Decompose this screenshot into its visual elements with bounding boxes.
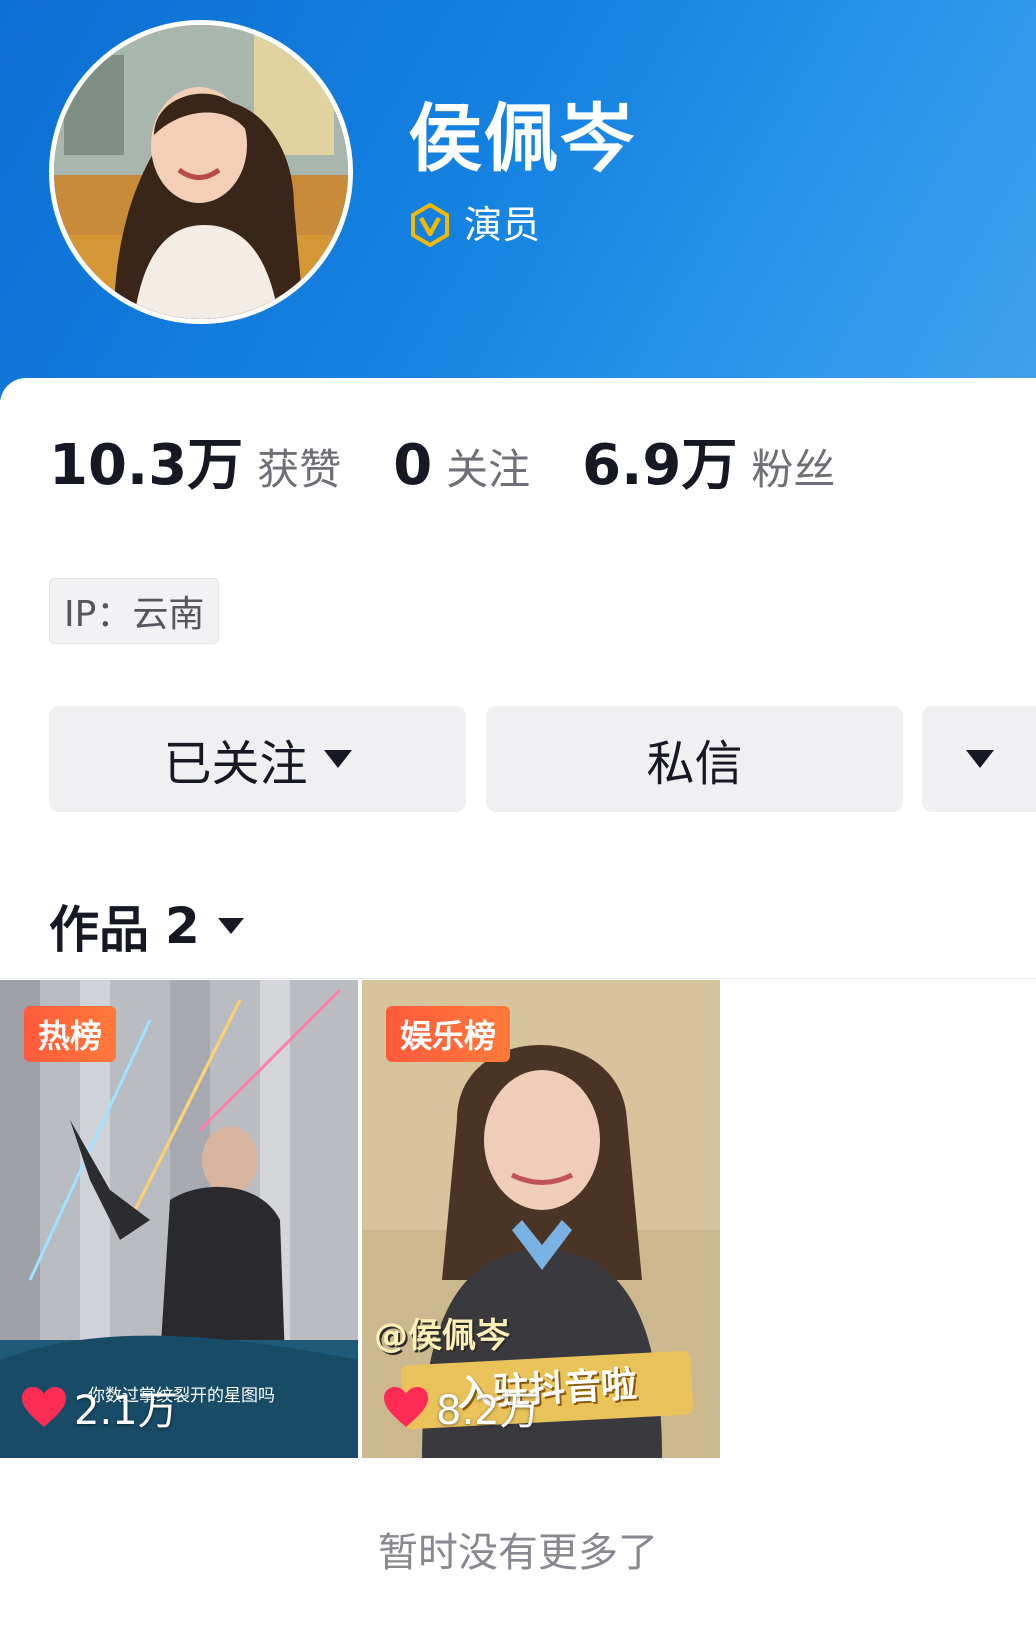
works-tab-header[interactable]: 作品 2 [49,890,244,962]
stats-row: 10.3万 获赞 0 关注 6.9万 粉丝 [49,438,887,494]
verification-row: 演员 [408,203,540,247]
like-count-value: 2.1万 [74,1388,178,1434]
hot-list-badge: 热榜 [24,1006,117,1062]
like-count-value: 8.2万 [436,1388,540,1434]
like-count: 2.1万 [20,1378,178,1436]
end-of-list-text: 暂时没有更多了 [378,1530,658,1576]
stat-followers-label: 粉丝 [751,445,836,494]
verified-v-badge-icon [411,203,449,247]
message-button[interactable]: 私信 [486,706,903,812]
caret-down-icon [966,750,994,768]
works-count: 2 [165,897,200,955]
caret-down-icon [323,750,352,768]
stat-following-number: 0 [393,433,433,498]
verification-label: 演员 [464,203,541,247]
heart-icon [22,1387,66,1427]
stat-following-label: 关注 [446,445,531,494]
ip-location-tag: IP：云南 [49,578,220,644]
message-label: 私信 [646,736,743,792]
video-thumbnail[interactable]: 娱乐榜 @侯佩岑 入驻抖音啦 8.2万 [362,980,720,1458]
caret-down-icon [217,918,244,934]
stat-likes-number: 10.3万 [49,433,244,498]
like-count: 8.2万 [382,1378,540,1436]
avatar[interactable] [49,20,353,324]
divider [0,978,1036,979]
stat-likes-label: 获赞 [257,445,342,494]
follow-status-button[interactable]: 已关注 [49,706,466,812]
entertainment-list-badge: 娱乐榜 [386,1006,511,1062]
stat-followers[interactable]: 6.9万 粉丝 [582,438,835,494]
stat-followers-number: 6.9万 [582,433,738,498]
profile-name: 侯佩岑 [408,96,636,182]
heart-icon [384,1387,428,1427]
stat-following[interactable]: 0 关注 [393,438,530,494]
mention-tag: @侯佩岑 [374,1316,510,1356]
more-options-button[interactable] [922,706,1036,812]
video-thumbnail[interactable]: 热榜 你数过掌纹裂开的星图吗 2.1万 [0,980,358,1458]
stat-likes[interactable]: 10.3万 获赞 [49,438,341,494]
works-title: 作品 [49,901,149,959]
follow-status-label: 已关注 [163,736,308,792]
